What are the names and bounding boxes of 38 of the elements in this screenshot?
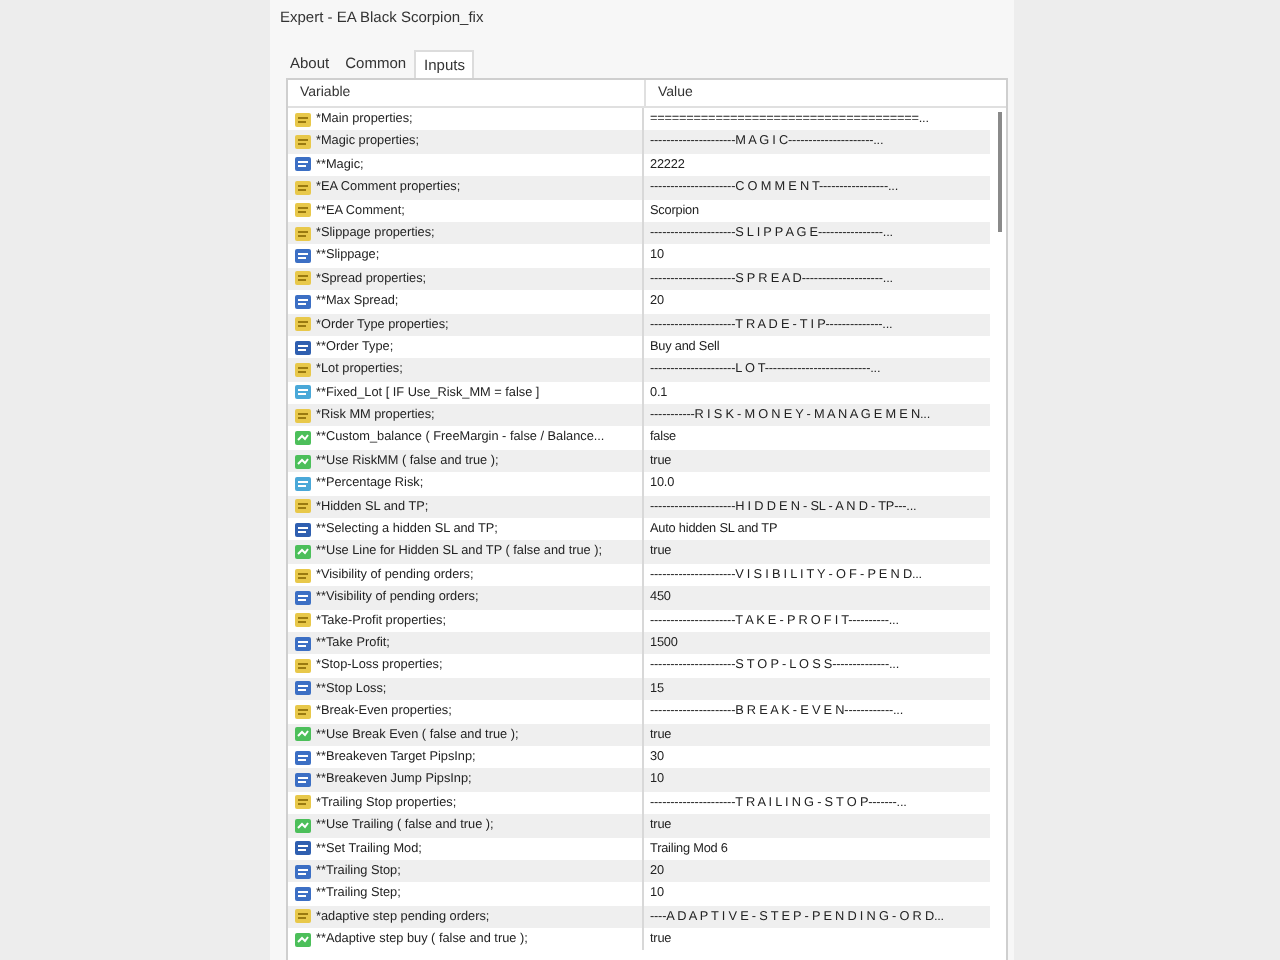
parameter-type-icon (294, 179, 312, 196)
parameter-type-icon (294, 703, 312, 720)
parameter-type-icon (294, 612, 312, 629)
parameter-type-icon (294, 134, 312, 151)
parameter-type-icon (294, 339, 312, 356)
parameter-type-icon (294, 293, 312, 310)
parameter-type-icon (294, 475, 312, 492)
parameter-type-icon (294, 840, 312, 857)
parameter-type-icon (294, 270, 312, 287)
parameter-type-icon (294, 817, 312, 834)
parameter-type-icon (294, 202, 312, 219)
parameter-type-icon (294, 931, 312, 948)
parameter-type-icon (294, 453, 312, 470)
parameter-type-icon (294, 567, 312, 584)
parameter-type-icon (294, 225, 312, 242)
parameter-type-icon (294, 316, 312, 333)
parameter-type-icon (294, 248, 312, 265)
parameter-type-icon (294, 658, 312, 675)
parameter-type-icon (294, 111, 312, 128)
parameter-type-icon (294, 749, 312, 766)
parameter-type-icon (294, 726, 312, 743)
parameter-type-icon (294, 407, 312, 424)
parameter-type-icon (294, 885, 312, 902)
parameter-type-icon (294, 589, 312, 606)
parameter-type-icon (294, 498, 312, 515)
parameter-type-icon (294, 772, 312, 789)
parameter-type-icon (294, 635, 312, 652)
parameter-type-icon (294, 544, 312, 561)
parameter-type-icon (294, 863, 312, 880)
parameter-type-icon (294, 156, 312, 173)
parameter-type-icon (294, 680, 312, 697)
parameter-type-icon (294, 430, 312, 447)
scrollbar[interactable] (998, 112, 1002, 232)
parameter-type-icon (294, 794, 312, 811)
parameter-type-icon (294, 362, 312, 378)
parameter-type-icon (294, 908, 312, 925)
parameter-type-icon (294, 384, 312, 401)
parameter-type-icon (294, 521, 312, 538)
